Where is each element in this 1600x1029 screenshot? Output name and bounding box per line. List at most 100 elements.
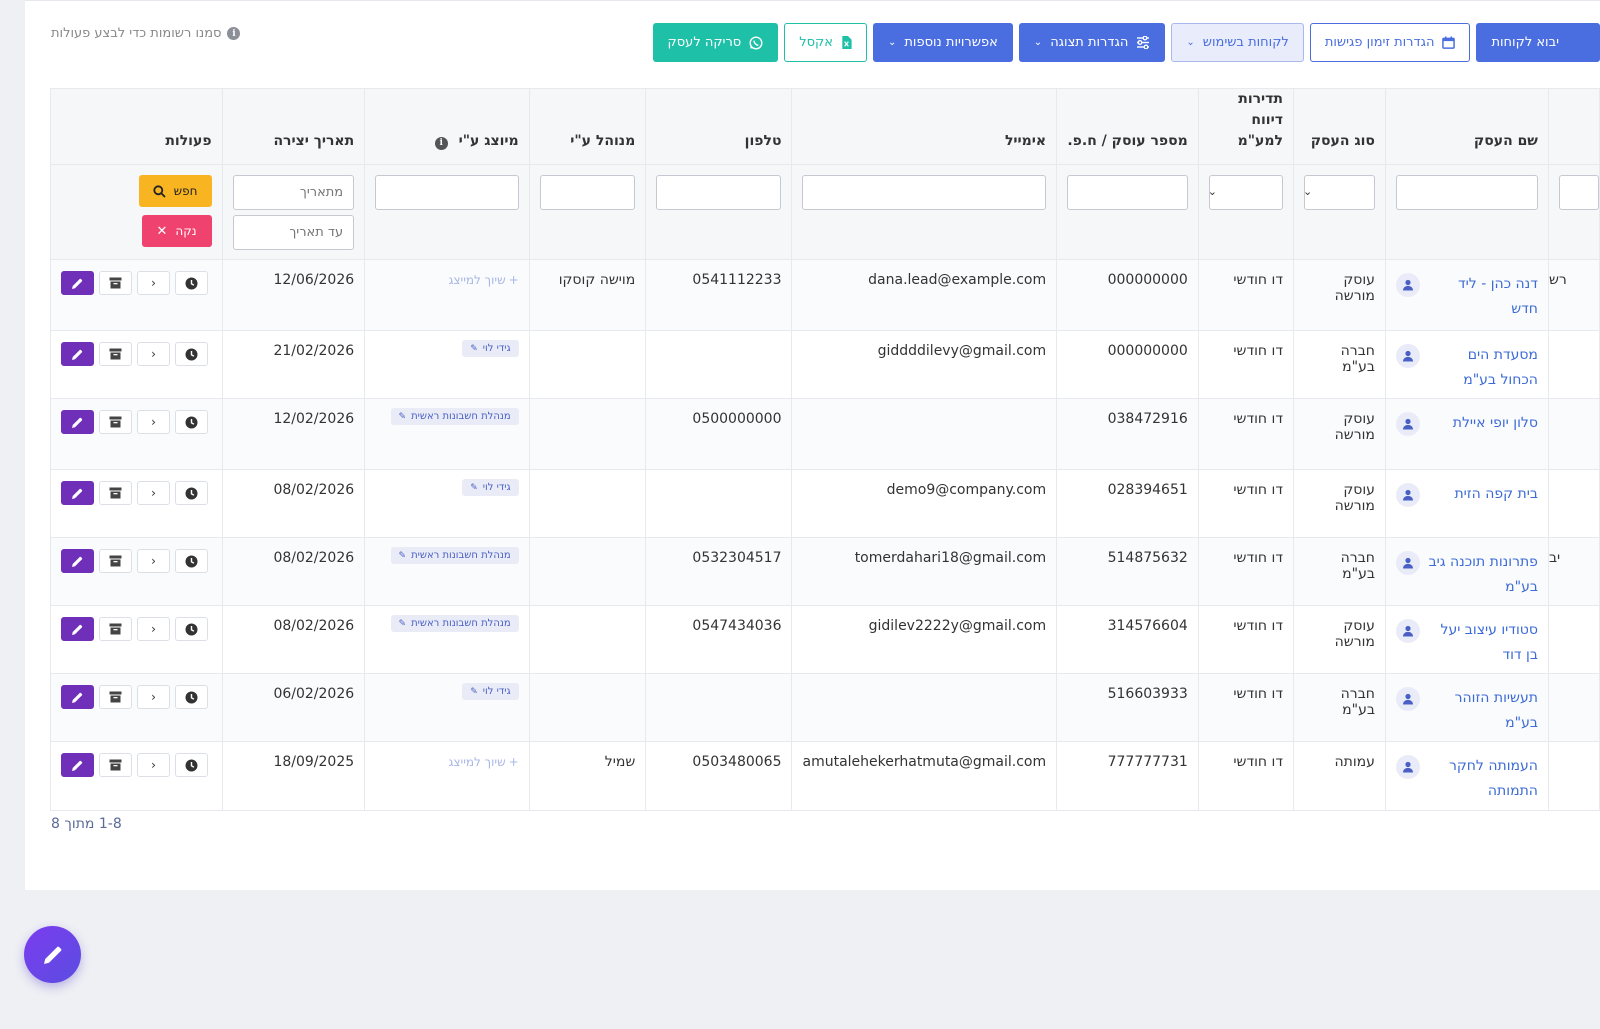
business-name-link[interactable]: סטודיו עיצוב יעל בן דוד [1428,618,1538,668]
col-assigned-by[interactable]: מיוצג ע"י i [364,88,530,165]
email-filter-input[interactable] [802,175,1047,210]
import-clients-button[interactable]: יבוא לקוחות [1476,23,1600,62]
floating-edit-button[interactable] [24,926,81,983]
phone-filter-input[interactable] [656,175,782,210]
archive-row-button[interactable] [99,410,132,434]
chevron-down-icon: ⌄ [1033,37,1043,48]
vat-frequency-cell: דו חודשי [1198,259,1294,331]
rep-tag[interactable]: גידי לוי ✎ [462,683,519,700]
edit-row-button[interactable] [61,410,94,434]
archive-row-button[interactable] [99,271,132,295]
search-button[interactable]: חפש [138,175,212,207]
col-business-name[interactable]: שם העסק [1385,88,1549,165]
table-row[interactable]: ‹ 18/09/2025 + שיוך למייצג שמיל 050348006… [50,741,1600,811]
assign-rep-link[interactable]: + שיוך למייצג [448,755,518,769]
history-row-button[interactable] [175,271,208,295]
table-row[interactable]: ‹ 08/02/2026 גידי לוי ✎ demo9@company.com… [50,469,1600,538]
history-row-button[interactable] [175,617,208,641]
info-icon[interactable]: i [434,137,448,150]
edit-row-button[interactable] [61,549,94,573]
to-date-input[interactable] [232,215,355,250]
col-business-type[interactable]: סוג העסק [1293,88,1386,165]
selection-hint-text: סמנו רשומות כדי לבצע פעולות [51,26,222,41]
business-name-link[interactable]: דנה כהן - ליד חדש [1428,272,1538,322]
table-row[interactable]: ‹ 21/02/2026 גידי לוי ✎ giddddilevy@gmail… [50,330,1600,399]
more-options-dropdown[interactable]: אפשרויות נוספות ⌄ [872,23,1013,62]
col-managed-by[interactable]: מנוהל ע"י [529,88,647,165]
business-id-filter-input[interactable] [1067,175,1188,210]
archive-row-button[interactable] [99,342,132,366]
business-name-link[interactable]: פתרונות תוכנה גיב בע"מ [1428,550,1538,600]
business-id-cell: 000000000 [1056,259,1199,331]
history-row-button[interactable] [175,549,208,573]
assigned-by-cell: מנהלת חשבונות ראשית ✎ [364,605,530,674]
assigned-filter-input[interactable] [375,175,519,210]
table-row[interactable]: ‹ 12/02/2026 מנהלת חשבונות ראשית ✎ 050000… [50,398,1600,470]
rep-tag[interactable]: מנהלת חשבונות ראשית ✎ [390,615,519,632]
business-name-link[interactable]: בית קפה הזית [1428,482,1537,507]
clients-in-use-dropdown[interactable]: לקוחות בשימוש ⌄ [1171,23,1304,62]
history-row-button[interactable] [175,481,208,505]
business-name-link[interactable]: סלון יופי איילת [1428,411,1538,436]
history-row-button[interactable] [175,410,208,434]
type-filter-select[interactable] [1303,175,1375,210]
archive-row-button[interactable] [99,481,132,505]
history-row-button[interactable] [175,685,208,709]
edit-row-button[interactable] [61,271,94,295]
user-icon [1395,687,1420,711]
business-name-filter-input[interactable] [1395,175,1538,210]
table-row[interactable]: ‹ 12/06/2026 + שיוך למייצג מוישה קוסקו 05… [50,259,1600,331]
expand-row-button[interactable]: ‹ [137,342,170,366]
col-vat-frequency[interactable]: תדירות דיווח למע"מ [1198,88,1294,165]
history-row-button[interactable] [175,753,208,777]
business-name-link[interactable]: תעשיות הזוהר בע"מ [1428,686,1538,736]
clear-label: נקה [175,224,197,238]
edit-row-button[interactable] [61,617,94,641]
managed-filter-input[interactable] [539,175,636,210]
cut-off-filter-input[interactable] [1558,175,1599,210]
col-business-id[interactable]: מספר עוסק / ח.פ. [1056,88,1199,165]
table-row[interactable]: ‹ 08/02/2026 מנהלת חשבונות ראשית ✎ 053230… [50,537,1600,606]
rep-tag[interactable]: גידי לוי ✎ [462,479,519,496]
archive-row-button[interactable] [99,617,132,641]
display-settings-dropdown[interactable]: הגדרות תצוגה ⌄ [1018,23,1166,62]
table-row[interactable]: ‹ 06/02/2026 גידי לוי ✎ 516603933 דו חודש… [50,673,1600,742]
business-name-link[interactable]: העמותה לחקר התמותה [1428,754,1538,804]
col-phone[interactable]: טלפון [645,88,793,165]
expand-row-button[interactable]: ‹ [137,753,170,777]
edit-row-button[interactable] [61,685,94,709]
excel-export-button[interactable]: אקסל [784,23,867,62]
business-id-cell: 514875632 [1056,537,1199,606]
scan-to-business-button[interactable]: סריקה לעסק [652,23,779,62]
expand-row-button[interactable]: ‹ [137,549,170,573]
filter-managed-cell [529,164,647,260]
business-name-link[interactable]: מסעדת הים הכחול בע"מ [1428,343,1538,393]
rep-tag[interactable]: מנהלת חשבונות ראשית ✎ [390,408,519,425]
managed-by-cell: שמיל [529,741,647,811]
archive-row-button[interactable] [99,685,132,709]
from-date-input[interactable] [232,175,355,210]
expand-row-button[interactable]: ‹ [137,617,170,641]
expand-row-button[interactable]: ‹ [137,685,170,709]
vat-filter-select[interactable] [1208,175,1283,210]
expand-row-button[interactable]: ‹ [137,271,170,295]
archive-row-button[interactable] [99,753,132,777]
clear-button[interactable]: נקה ✕ [141,215,212,247]
edit-row-button[interactable] [61,481,94,505]
col-cut-off [1548,88,1600,165]
edit-row-button[interactable] [61,753,94,777]
assign-rep-link[interactable]: + שיוך למייצג [448,273,518,287]
email-cell: tomerdahari18@gmail.com [791,537,1058,606]
expand-row-button[interactable]: ‹ [137,481,170,505]
business-id-value: 516603933 [1107,686,1188,702]
edit-row-button[interactable] [61,342,94,366]
rep-tag[interactable]: מנהלת חשבונות ראשית ✎ [390,547,519,564]
col-email[interactable]: אימייל [791,88,1058,165]
archive-row-button[interactable] [99,549,132,573]
col-created-date[interactable]: תאריך יצירה [222,88,366,165]
expand-row-button[interactable]: ‹ [137,410,170,434]
meeting-settings-button[interactable]: הגדרות זימון פגישות [1309,23,1471,62]
rep-tag[interactable]: גידי לוי ✎ [462,340,519,357]
table-row[interactable]: ‹ 08/02/2026 מנהלת חשבונות ראשית ✎ 054743… [50,605,1600,674]
history-row-button[interactable] [175,342,208,366]
